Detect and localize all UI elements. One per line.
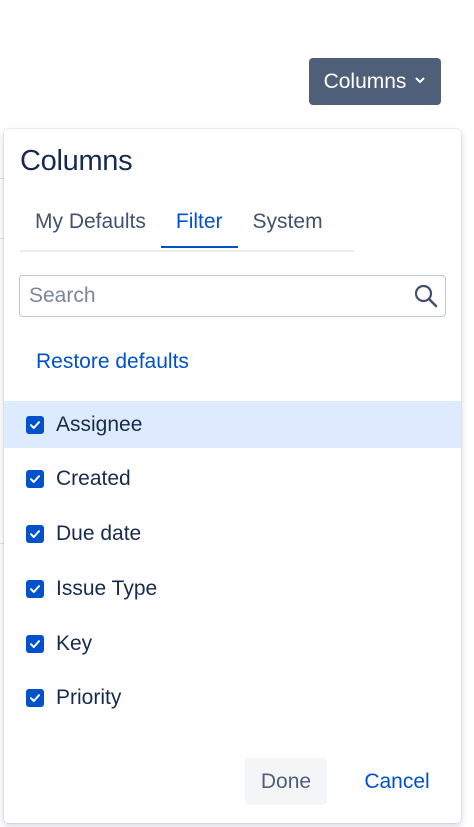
tab-my-defaults[interactable]: My Defaults	[20, 202, 161, 242]
checkbox[interactable]	[26, 579, 44, 598]
column-label: Assignee	[56, 412, 143, 436]
column-label: Priority	[56, 686, 122, 710]
column-item-due-date[interactable]: Due date	[4, 511, 461, 558]
done-button[interactable]: Done	[245, 758, 327, 805]
tab-filter[interactable]: Filter	[160, 202, 238, 248]
checkbox[interactable]	[26, 470, 44, 489]
column-item-assignee[interactable]: Assignee	[4, 401, 461, 448]
search-icon[interactable]	[413, 283, 439, 309]
search-box	[19, 275, 446, 317]
checkbox[interactable]	[26, 415, 44, 434]
column-list: Assignee Created Due date Issue Type Key…	[4, 401, 461, 730]
checkmark-icon	[30, 694, 40, 703]
search-input[interactable]	[20, 276, 405, 316]
columns-button-label: Columns	[323, 69, 407, 93]
column-item-key[interactable]: Key	[4, 620, 461, 667]
column-item-priority[interactable]: Priority	[4, 675, 461, 722]
restore-defaults-link[interactable]: Restore defaults	[36, 350, 189, 374]
checkbox[interactable]	[26, 525, 44, 544]
chevron-down-icon	[415, 77, 425, 83]
checkmark-icon	[30, 585, 40, 593]
columns-dialog: Columns My Defaults Filter System Restor…	[4, 129, 461, 823]
tab-bar: My Defaults Filter System	[20, 202, 354, 252]
column-item-created[interactable]: Created	[4, 456, 461, 503]
checkmark-icon	[30, 639, 40, 648]
tab-system[interactable]: System	[238, 202, 338, 242]
page: Columns Columns My Defaults Filter Syste…	[0, 0, 474, 827]
dialog-title: Columns	[20, 145, 133, 177]
checkmark-icon	[30, 475, 40, 484]
columns-dropdown-button[interactable]: Columns	[309, 58, 441, 105]
checkbox[interactable]	[26, 689, 44, 708]
column-label: Created	[56, 467, 131, 491]
cancel-button[interactable]: Cancel	[352, 758, 442, 805]
column-label: Issue Type	[56, 576, 158, 600]
column-label: Key	[56, 631, 93, 655]
checkbox[interactable]	[26, 634, 44, 653]
column-label: Due date	[56, 522, 142, 546]
checkmark-icon	[30, 530, 40, 539]
column-item-issue-type[interactable]: Issue Type	[4, 565, 461, 612]
checkmark-icon	[30, 420, 40, 429]
